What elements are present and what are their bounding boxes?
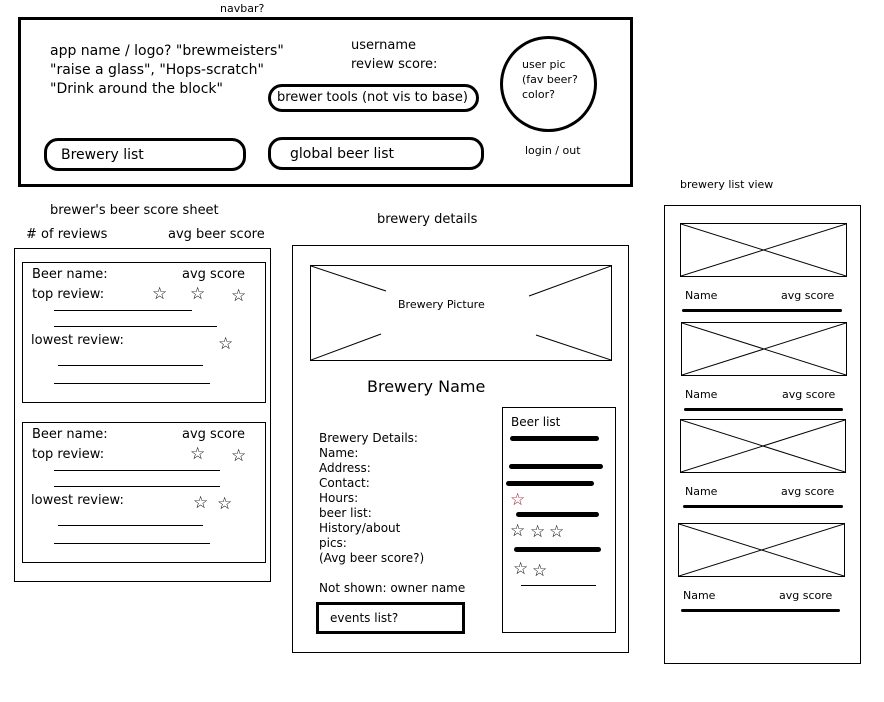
divider [682, 309, 842, 312]
placeholder-line [58, 365, 203, 366]
placeholder-cross [682, 323, 846, 375]
brewery-image-placeholder[interactable] [680, 419, 846, 473]
placeholder-line [58, 525, 203, 526]
global-beer-list-button[interactable]: global beer list [268, 137, 484, 170]
detail-field: Name: [319, 446, 359, 460]
brewery-name-label: Name [685, 388, 718, 401]
star-icon: ☆ [532, 561, 548, 581]
brewery-name: Brewery Name [367, 377, 486, 396]
brewer-tools-button[interactable]: brewer tools (not vis to base) [268, 84, 479, 112]
user-pic-note: user pic [522, 58, 566, 71]
beer-name-label: Beer name: [32, 427, 108, 442]
brewery-list-view-title: brewery list view [680, 178, 774, 191]
navbar-caption: navbar? [220, 2, 265, 15]
brewery-image-placeholder[interactable] [678, 523, 845, 577]
placeholder-line [54, 326, 217, 327]
login-logout-link[interactable]: login / out [525, 144, 581, 157]
top-review-label: top review: [32, 287, 105, 302]
beer-list-item[interactable] [514, 547, 601, 552]
username: username [351, 38, 416, 53]
review-score: review score: [351, 57, 438, 72]
brewery-name-label: Name [685, 289, 718, 302]
star-icon: ☆ [231, 286, 247, 306]
divider [681, 609, 840, 612]
star-icon: ☆ [217, 494, 233, 514]
brewery-avg-score: avg score [782, 388, 836, 401]
placeholder-cross [681, 224, 846, 276]
star-icon: ☆ [218, 334, 234, 354]
placeholder-line [54, 310, 192, 311]
avg-score-label: avg score [182, 267, 245, 282]
events-list-button[interactable]: events list? [316, 602, 465, 634]
brewery-picture-placeholder: Brewery Picture [310, 265, 612, 361]
not-shown-note: Not shown: owner name [319, 581, 466, 595]
placeholder-line [521, 585, 596, 586]
star-icon: ☆ [193, 493, 209, 513]
brewery-details-title: brewery details [377, 212, 478, 227]
brewery-list-label: Brewery list [61, 147, 144, 163]
placeholder-cross [679, 524, 844, 576]
detail-field: History/about [319, 521, 401, 535]
beer-name-label: Beer name: [32, 267, 108, 282]
brewery-image-placeholder[interactable] [680, 223, 847, 277]
brewery-avg-score: avg score [781, 289, 835, 302]
score-sheet-title: brewer's beer score sheet [50, 203, 219, 218]
detail-field: Contact: [319, 476, 370, 490]
lowest-review-label: lowest review: [31, 493, 124, 508]
placeholder-cross [681, 420, 845, 472]
brewery-details-list: Brewery Details: Name: Address: Contact:… [319, 431, 424, 566]
brewery-name-label: Name [685, 485, 718, 498]
detail-field: Address: [319, 461, 371, 475]
placeholder-line [54, 383, 210, 384]
star-icon: ☆ [510, 490, 526, 510]
star-icon: ☆ [190, 284, 206, 304]
app-name-notes: app name / logo? "brewmeisters" "raise a… [50, 42, 284, 99]
brewery-avg-score: avg score [779, 589, 833, 602]
events-list-label: events list? [330, 611, 399, 625]
brewery-avg-score: avg score [781, 485, 835, 498]
star-icon: ☆ [549, 522, 565, 542]
placeholder-line [54, 470, 220, 471]
divider [683, 505, 843, 508]
star-icon: ☆ [231, 446, 247, 466]
app-name-line: "raise a glass", "Hops-scratch" [50, 62, 264, 78]
avg-beer-score-label: avg beer score [168, 227, 265, 242]
app-name-line: app name / logo? "brewmeisters" [50, 43, 284, 59]
lowest-review-label: lowest review: [31, 333, 124, 348]
placeholder-line [54, 486, 220, 487]
star-icon: ☆ [530, 522, 546, 542]
avg-score-label: avg score [182, 427, 245, 442]
brewer-tools-label: brewer tools (not vis to base) [277, 90, 468, 105]
star-icon: ☆ [513, 559, 529, 579]
global-beer-list-label: global beer list [290, 146, 395, 162]
beer-list-item[interactable] [510, 436, 599, 441]
beer-list-title: Beer list [511, 415, 561, 429]
top-review-label: top review: [32, 447, 105, 462]
detail-field: Hours: [319, 491, 359, 505]
beer-list-item[interactable] [506, 481, 594, 486]
brewery-image-placeholder[interactable] [681, 322, 847, 376]
user-pic-note: color? [522, 88, 555, 101]
user-pic-avatar[interactable]: user pic (fav beer? color? [500, 36, 597, 132]
picture-cross-lines [311, 266, 611, 360]
detail-field: Brewery Details: [319, 431, 418, 445]
num-reviews-label: # of reviews [26, 227, 108, 242]
detail-field: (Avg beer score?) [319, 551, 425, 565]
beer-list-item[interactable] [509, 464, 603, 469]
brewery-name-label: Name [683, 589, 716, 602]
star-icon: ☆ [190, 444, 206, 464]
detail-field: beer list: [319, 506, 372, 520]
divider [684, 408, 843, 411]
user-pic-note: (fav beer? [522, 73, 578, 86]
star-icon: ☆ [510, 521, 526, 541]
placeholder-line [54, 543, 210, 544]
beer-list-item[interactable] [516, 512, 599, 517]
detail-field: pics: [319, 536, 347, 550]
app-name-line: "Drink around the block" [50, 81, 223, 97]
brewery-picture-label: Brewery Picture [398, 298, 485, 311]
brewery-list-button[interactable]: Brewery list [44, 138, 246, 171]
star-icon: ☆ [152, 284, 168, 304]
